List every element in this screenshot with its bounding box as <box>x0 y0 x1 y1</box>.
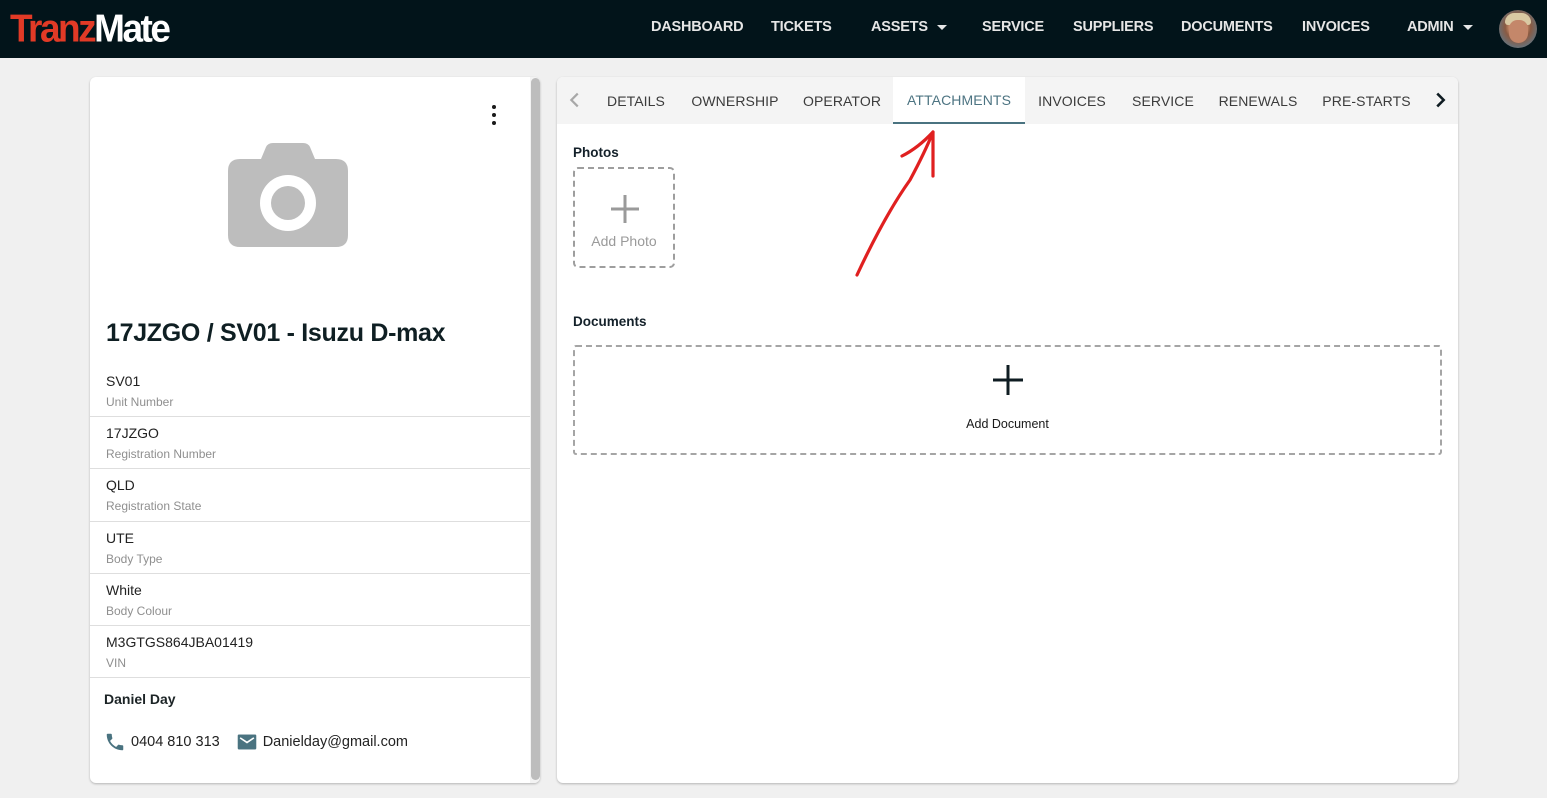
field-body-type: UTE Body Type <box>90 522 530 574</box>
tab-details[interactable]: DETAILS <box>593 77 679 124</box>
caret-down-icon <box>936 25 947 30</box>
add-document-label: Add Document <box>966 417 1049 431</box>
nav-admin[interactable]: ADMIN <box>1407 19 1473 35</box>
field-value: 17JZGO <box>106 425 159 442</box>
user-avatar[interactable] <box>1499 10 1537 48</box>
field-body-colour: White Body Colour <box>90 574 530 626</box>
operator-email[interactable]: Danielday@gmail.com <box>263 734 408 750</box>
nav-dashboard[interactable]: DASHBOARD <box>651 19 744 35</box>
kebab-menu-icon[interactable] <box>486 105 502 125</box>
left-card-scrollbar[interactable] <box>530 77 540 783</box>
tab-label: PRE-STARTS <box>1322 92 1411 109</box>
asset-detail-card: DETAILS OWNERSHIP OPERATOR ATTACHMENTS I… <box>557 77 1458 783</box>
nav-invoices[interactable]: INVOICES <box>1302 19 1370 35</box>
asset-field-list: SV01 Unit Number 17JZGO Registration Num… <box>90 365 530 679</box>
nav-label: ASSETS <box>871 19 928 35</box>
tab-bar: DETAILS OWNERSHIP OPERATOR ATTACHMENTS I… <box>557 77 1458 124</box>
field-label: Registration State <box>106 499 202 514</box>
nav-label: SUPPLIERS <box>1073 19 1154 35</box>
add-photo-button[interactable]: Add Photo <box>573 167 675 268</box>
nav-documents[interactable]: DOCUMENTS <box>1181 19 1273 35</box>
tab-ownership[interactable]: OWNERSHIP <box>679 77 791 124</box>
field-value: UTE <box>106 529 134 546</box>
logo-text-mate: Mate <box>94 6 171 50</box>
nav-label: SERVICE <box>982 19 1044 35</box>
nav-tickets[interactable]: TICKETS <box>771 19 832 35</box>
tab-label: RENEWALS <box>1218 92 1298 109</box>
caret-down-icon <box>1462 25 1473 30</box>
field-label: VIN <box>106 655 127 670</box>
tab-label: SERVICE <box>1132 92 1194 109</box>
tab-label: OPERATOR <box>802 92 882 109</box>
field-unit-number: SV01 Unit Number <box>90 365 530 418</box>
chevron-right-icon[interactable] <box>1429 89 1451 111</box>
tab-label: DETAILS <box>606 92 665 109</box>
operator-name: Daniel Day <box>104 691 176 707</box>
add-photo-label: Add Photo <box>591 233 657 249</box>
add-document-button[interactable]: Add Document <box>573 345 1442 455</box>
field-label: Body Colour <box>106 603 173 618</box>
nav-label: INVOICES <box>1302 19 1370 35</box>
logo-text-tranz: Tranz <box>10 6 97 50</box>
phone-icon <box>106 733 124 751</box>
tab-renewals[interactable]: RENEWALS <box>1207 77 1309 124</box>
nav-label: DASHBOARD <box>651 19 744 35</box>
field-registration-number: 17JZGO Registration Number <box>90 417 530 470</box>
nav-suppliers[interactable]: SUPPLIERS <box>1073 19 1154 35</box>
field-vin: M3GTGS864JBA01419 VIN <box>90 626 530 679</box>
nav-assets[interactable]: ASSETS <box>871 19 947 35</box>
tab-label: OWNERSHIP <box>691 92 779 109</box>
field-value: SV01 <box>106 373 141 389</box>
photos-label: Photos <box>573 145 619 160</box>
tab-service[interactable]: SERVICE <box>1119 77 1207 124</box>
nav-label: TICKETS <box>771 19 832 35</box>
nav-service[interactable]: SERVICE <box>982 19 1044 35</box>
tab-pre-starts[interactable]: PRE-STARTS <box>1309 77 1424 124</box>
field-label: Registration Number <box>106 447 217 462</box>
tab-label: ATTACHMENTS <box>906 91 1012 108</box>
scrollbar-thumb[interactable] <box>531 78 540 780</box>
tab-attachments[interactable]: ATTACHMENTS <box>893 77 1025 124</box>
email-icon <box>237 734 256 750</box>
operator-contact: 0404 810 313 Danielday@gmail.com <box>104 731 408 753</box>
asset-summary-card: 17JZGO / SV01 - Isuzu D-max SV01 Unit Nu… <box>90 77 540 783</box>
field-label: Unit Number <box>106 395 174 409</box>
plus-icon <box>611 195 639 223</box>
field-value: QLD <box>106 477 135 494</box>
nav-label: ADMIN <box>1407 19 1454 35</box>
avatar-face <box>1509 20 1528 43</box>
tab-operator[interactable]: OPERATOR <box>791 77 893 124</box>
tab-invoices[interactable]: INVOICES <box>1025 77 1119 124</box>
operator-phone[interactable]: 0404 810 313 <box>131 734 220 750</box>
top-navbar: TranzMate DASHBOARD TICKETS ASSETS SERVI… <box>0 0 1547 58</box>
chevron-left-icon[interactable] <box>564 89 586 111</box>
tab-label: INVOICES <box>1038 92 1106 109</box>
field-label: Body Type <box>106 551 163 566</box>
asset-title: 17JZGO / SV01 - Isuzu D-max <box>106 319 446 347</box>
camera-icon <box>228 143 348 247</box>
field-value: White <box>106 581 142 598</box>
documents-label: Documents <box>573 314 647 329</box>
nav-label: DOCUMENTS <box>1181 19 1273 35</box>
field-registration-state: QLD Registration State <box>90 469 530 522</box>
tranzmate-logo[interactable]: TranzMate <box>10 6 171 50</box>
plus-icon <box>993 365 1023 395</box>
field-value: M3GTGS864JBA01419 <box>106 633 254 650</box>
